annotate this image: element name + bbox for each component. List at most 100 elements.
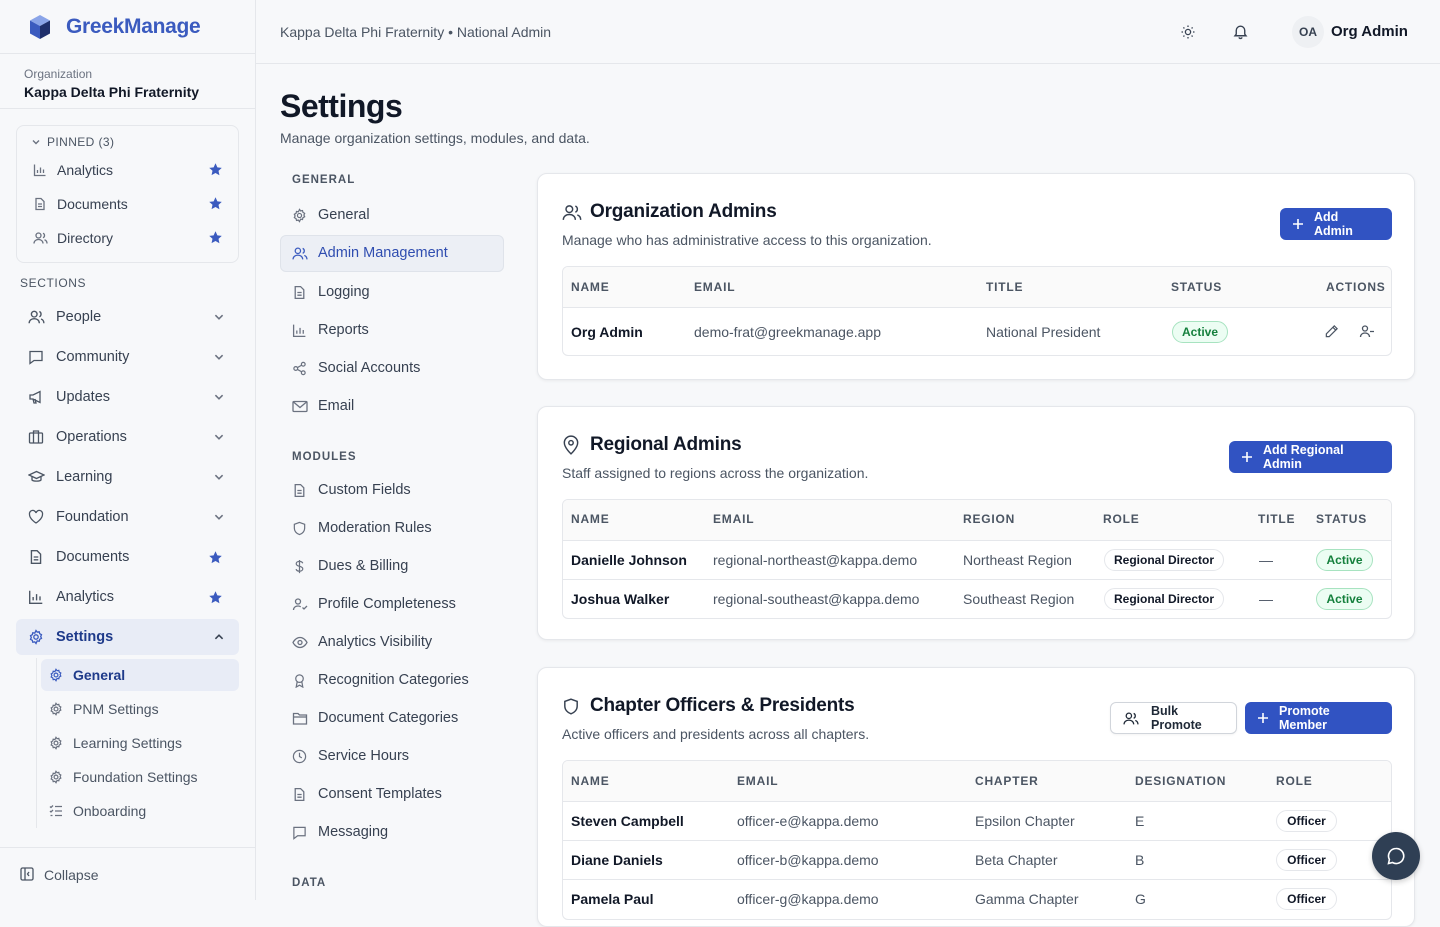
chat-button[interactable] (1372, 832, 1420, 880)
nav-label: Operations (56, 429, 127, 445)
table-header: NAME EMAIL CHAPTER DESIGNATION ROLE (563, 761, 1391, 801)
settings-nav-email[interactable]: Email (280, 388, 504, 425)
subnav-item-foundation-settings[interactable]: Foundation Settings (41, 761, 239, 793)
bar-chart-icon (33, 163, 49, 177)
promote-member-button[interactable]: Promote Member (1245, 702, 1392, 734)
cell-designation: G (1135, 891, 1146, 907)
settings-nav-dues-billing[interactable]: Dues & Billing (280, 548, 504, 585)
cell-name: Danielle Johnson (571, 552, 687, 568)
status-badge: Active (1172, 321, 1228, 343)
settings-nav-label: Email (318, 398, 355, 414)
settings-nav-label: Profile Completeness (318, 596, 456, 612)
button-label: Promote Member (1279, 704, 1330, 732)
chat-bubble-icon (1387, 847, 1405, 865)
bell-icon[interactable] (1232, 23, 1249, 40)
settings-nav-general[interactable]: General (280, 197, 504, 234)
sidebar: GreekManage Organization Kappa Delta Phi… (0, 0, 256, 900)
subnav-item-general[interactable]: General (41, 659, 239, 691)
nav-item-operations[interactable]: Operations (16, 419, 239, 455)
nav-item-people[interactable]: People (16, 299, 239, 335)
settings-nav-custom-fields[interactable]: Custom Fields (280, 472, 504, 509)
column-header: ROLE (1103, 512, 1140, 526)
star-icon[interactable] (208, 162, 223, 177)
org-admins-table: NAME EMAIL TITLE STATUS ACTIONS Org Admi… (562, 266, 1392, 356)
nav-item-foundation[interactable]: Foundation (16, 499, 239, 535)
user-check-icon (292, 597, 308, 612)
column-header: NAME (571, 512, 610, 526)
chevron-up-icon (213, 631, 225, 643)
star-icon[interactable] (208, 590, 223, 605)
users-icon (33, 231, 49, 245)
star-icon[interactable] (208, 230, 223, 245)
cell-chapter: Beta Chapter (975, 852, 1058, 868)
add-admin-button[interactable]: Add Admin (1280, 208, 1392, 240)
settings-nav-moderation-rules[interactable]: Moderation Rules (280, 510, 504, 547)
subnav-label: PNM Settings (73, 701, 159, 717)
table-row: Danielle Johnson regional-northeast@kapp… (563, 540, 1391, 579)
gear-icon (28, 629, 44, 645)
settings-nav-document-categories[interactable]: Document Categories (280, 700, 504, 737)
settings-nav-label: Consent Templates (318, 786, 442, 802)
settings-nav-reports[interactable]: Reports (280, 312, 504, 349)
avatar[interactable]: OA (1292, 16, 1324, 48)
settings-nav-service-hours[interactable]: Service Hours (280, 738, 504, 775)
star-icon[interactable] (208, 550, 223, 565)
star-icon[interactable] (208, 196, 223, 211)
settings-nav-admin-management[interactable]: Admin Management (280, 235, 504, 272)
bulk-promote-button[interactable]: Bulk Promote (1110, 702, 1237, 734)
user-name[interactable]: Org Admin (1331, 23, 1408, 40)
nav-item-settings[interactable]: Settings (16, 619, 239, 655)
org-name: Kappa Delta Phi Fraternity (24, 84, 200, 100)
brand-name[interactable]: GreekManage (66, 15, 201, 39)
cell-chapter: Gamma Chapter (975, 891, 1079, 907)
nav-item-documents[interactable]: Documents (16, 539, 239, 575)
settings-nav-label: Analytics Visibility (318, 634, 433, 650)
remove-user-icon[interactable] (1359, 324, 1375, 339)
collapse-button[interactable]: Collapse (0, 847, 255, 900)
submenu-guide (36, 658, 37, 828)
sections-label: SECTIONS (20, 276, 87, 290)
cell-email: demo-frat@greekmanage.app (694, 324, 881, 340)
nav-item-updates[interactable]: Updates (16, 379, 239, 415)
list-checks-icon (49, 804, 63, 818)
column-header: STATUS (1316, 512, 1368, 526)
subnav-item-onboarding[interactable]: Onboarding (41, 795, 239, 827)
column-header: STATUS (1171, 280, 1223, 294)
settings-nav-consent-templates[interactable]: Consent Templates (280, 776, 504, 813)
nav-item-community[interactable]: Community (16, 339, 239, 375)
chevron-down-icon (213, 471, 225, 483)
settings-nav-profile-completeness[interactable]: Profile Completeness (280, 586, 504, 623)
settings-nav-analytics-visibility[interactable]: Analytics Visibility (280, 624, 504, 661)
edit-icon[interactable] (1324, 324, 1339, 339)
pinned-item-directory[interactable]: Directory (33, 223, 223, 253)
settings-nav-logging[interactable]: Logging (280, 274, 504, 311)
subnav-item-pnm-settings[interactable]: PNM Settings (41, 693, 239, 725)
plus-icon (1257, 712, 1269, 724)
pinned-item-documents[interactable]: Documents (33, 189, 223, 219)
settings-nav-recognition-categories[interactable]: Recognition Categories (280, 662, 504, 699)
chapter-officers-card: Chapter Officers & Presidents Active off… (537, 667, 1415, 927)
settings-nav-label: Logging (318, 284, 370, 300)
logo-icon (29, 14, 51, 40)
pinned-header[interactable]: PINNED (3) (31, 135, 114, 149)
role-badge: Officer (1276, 849, 1337, 871)
add-regional-admin-button[interactable]: Add Regional Admin (1229, 441, 1392, 473)
pinned-item-analytics[interactable]: Analytics (33, 155, 223, 185)
settings-nav-label: Recognition Categories (318, 672, 469, 688)
nav-item-analytics[interactable]: Analytics (16, 579, 239, 615)
settings-nav-label: Service Hours (318, 748, 410, 764)
subnav-item-learning-settings[interactable]: Learning Settings (41, 727, 239, 759)
gear-icon (49, 702, 63, 716)
chevron-down-icon (213, 391, 225, 403)
settings-nav-messaging[interactable]: Messaging (280, 814, 504, 851)
settings-nav-social-accounts[interactable]: Social Accounts (280, 350, 504, 387)
cell-email: officer-e@kappa.demo (737, 813, 879, 829)
org-switcher[interactable]: Organization Kappa Delta Phi Fraternity (0, 54, 255, 109)
table-row: Org Admin demo-frat@greekmanage.app Nati… (563, 307, 1391, 355)
cell-name: Diane Daniels (571, 852, 663, 868)
nav-item-learning[interactable]: Learning (16, 459, 239, 495)
theme-toggle-icon[interactable] (1180, 24, 1196, 40)
card-title: Regional Admins (590, 434, 742, 455)
graduation-cap-icon (28, 469, 45, 485)
table-row: Diane Daniels officer-b@kappa.demo Beta … (563, 840, 1391, 879)
